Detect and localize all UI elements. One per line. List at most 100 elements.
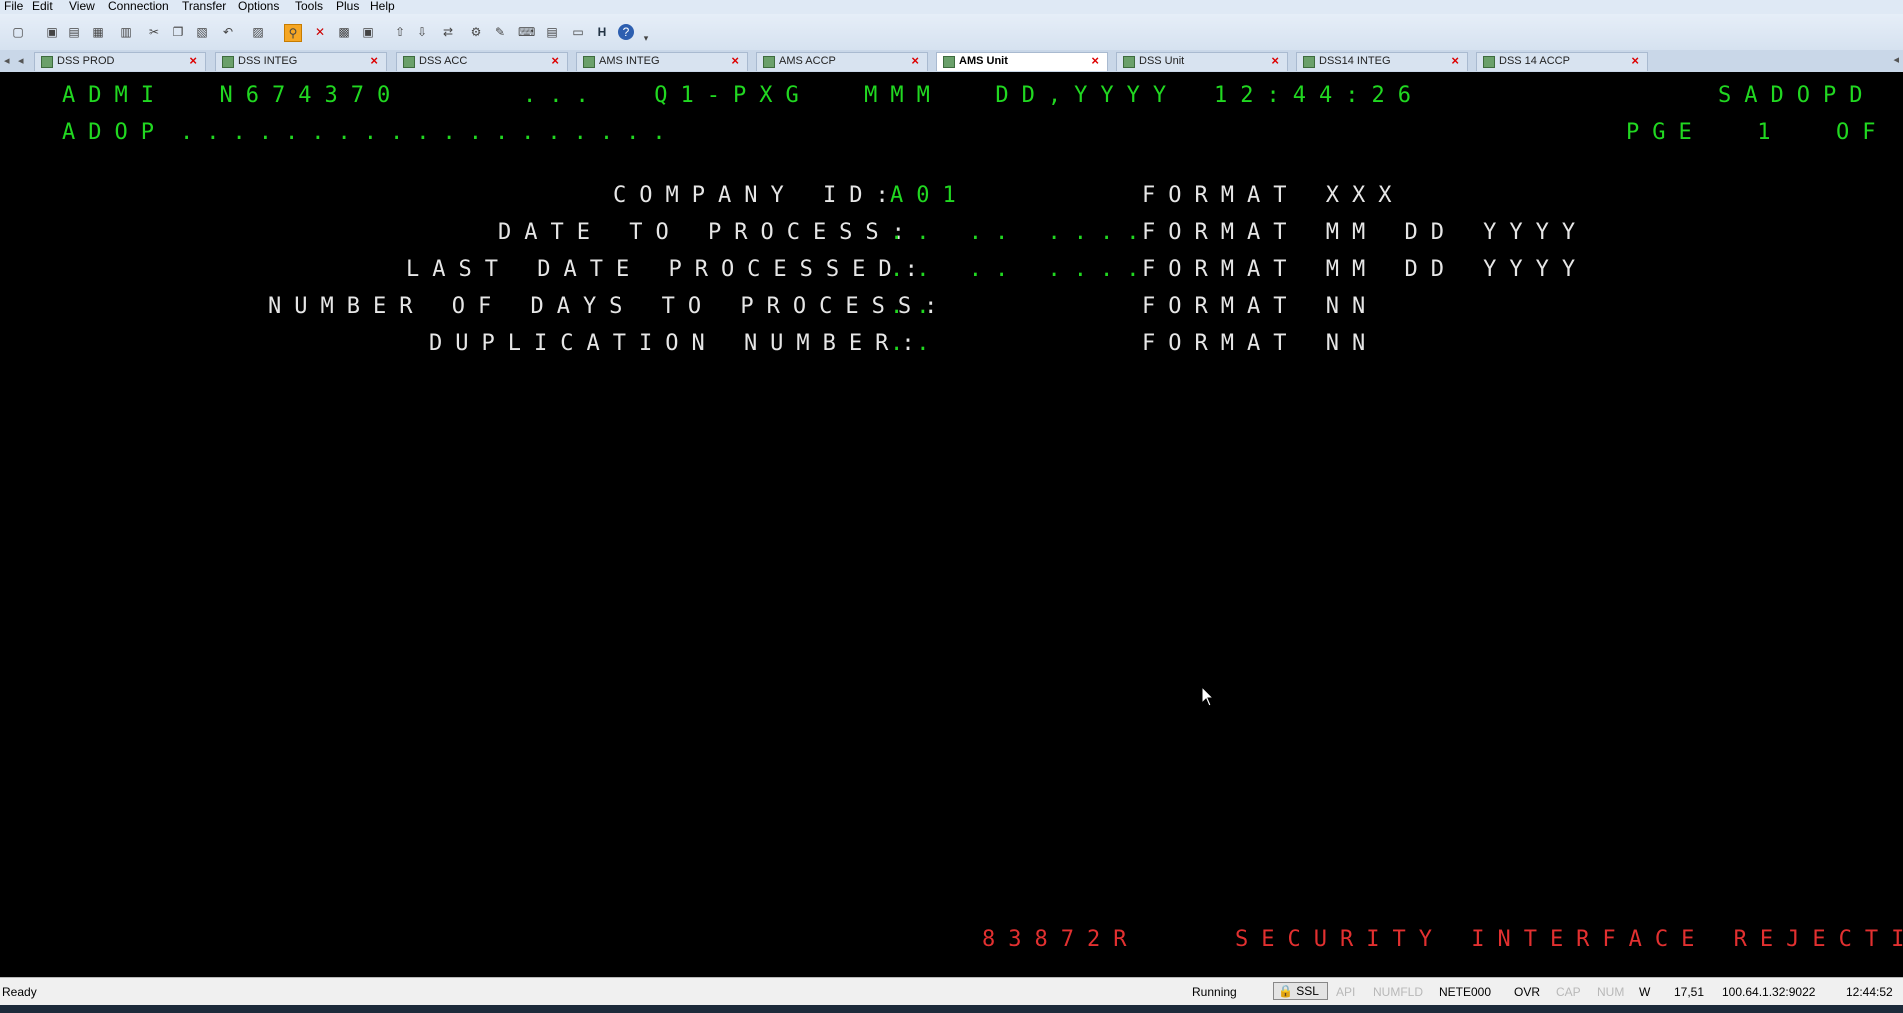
tab-ams-accp[interactable]: AMS ACCP × <box>756 52 928 71</box>
header-time: 12:44:26 <box>1214 83 1424 108</box>
menu-options[interactable]: Options <box>238 0 279 12</box>
print-icon[interactable]: ▥ <box>118 24 134 40</box>
close-icon[interactable]: × <box>1271 53 1279 68</box>
status-clock: 12:44:52 <box>1846 985 1893 999</box>
receive-file-icon[interactable]: ⇩ <box>414 24 430 40</box>
menu-connection[interactable]: Connection <box>108 0 169 12</box>
screen-icon[interactable]: ▩ <box>336 24 352 40</box>
close-icon[interactable]: × <box>1091 53 1099 68</box>
cut-icon[interactable]: ✂ <box>146 24 162 40</box>
tab-ams-integ[interactable]: AMS INTEG × <box>576 52 748 71</box>
company-id-label: COMPANY ID: <box>613 183 902 208</box>
close-icon[interactable]: × <box>551 53 559 68</box>
status-w: W <box>1639 985 1651 999</box>
transfer-icon[interactable]: ⇄ <box>440 24 456 40</box>
status-bar: Ready Running 🔒 SSL API NUMFLD NETE000 O… <box>0 977 1903 1006</box>
session-icon <box>1123 56 1135 68</box>
tab-dss-integ[interactable]: DSS INTEG × <box>215 52 387 71</box>
menu-view[interactable]: View <box>69 0 95 12</box>
days-to-process-format: FORMAT NN <box>1142 294 1379 319</box>
tab-dss-acc[interactable]: DSS ACC × <box>396 52 568 71</box>
menu-tools[interactable]: Tools <box>295 0 323 12</box>
status-running: Running <box>1192 985 1237 999</box>
copy-icon[interactable]: ❐ <box>170 24 186 40</box>
status-ready: Ready <box>2 985 37 999</box>
settings-icon[interactable]: ⚙ <box>468 24 484 40</box>
taskbar <box>0 1005 1903 1013</box>
notes-icon[interactable]: ▭ <box>570 24 586 40</box>
menu-plus[interactable]: Plus <box>336 0 359 12</box>
close-icon[interactable]: × <box>1631 53 1639 68</box>
company-id-field[interactable]: A01 <box>890 184 969 208</box>
lock-icon: 🔒 <box>1278 984 1293 998</box>
close-icon[interactable]: × <box>189 53 197 68</box>
session-icon <box>583 56 595 68</box>
tab-scroll-right-icon[interactable]: ◂ <box>1893 53 1899 66</box>
session-icon <box>943 56 955 68</box>
toolbar: ▢ ▣ ▤ ▦ ▥ ✂ ❐ ▧ ↶ ▨ ⚲ ✕ ▩ ▣ ⇧ ⇩ ⇄ ⚙ ✎ ⌨ … <box>0 14 1903 50</box>
tab-ams-unit[interactable]: AMS Unit × <box>936 52 1108 71</box>
tab-dss14-integ[interactable]: DSS14 INTEG × <box>1296 52 1468 71</box>
menu-edit[interactable]: Edit <box>32 0 53 12</box>
hotspot-icon[interactable]: H <box>594 24 610 40</box>
title-filler: ................... <box>180 120 679 145</box>
session-icon <box>41 56 53 68</box>
layout-icon[interactable]: ▨ <box>250 24 266 40</box>
close-icon[interactable]: × <box>911 53 919 68</box>
page-indicator: PGE 1 OF 1 <box>1626 120 1889 145</box>
ssl-indicator: 🔒 SSL <box>1273 982 1328 1000</box>
send-file-icon[interactable]: ⇧ <box>392 24 408 40</box>
tab-list-icon[interactable]: ◂ <box>18 54 24 67</box>
mouse-pointer-icon <box>1201 686 1215 707</box>
session-icon <box>763 56 775 68</box>
error-code: 83872R <box>982 927 1140 952</box>
duplication-number-label: DUPLICATION NUMBER: <box>429 331 928 356</box>
company-id-format: FORMAT XXX <box>1142 183 1405 208</box>
session-icon <box>222 56 234 68</box>
last-date-processed-field[interactable]: .. .. .... <box>890 258 1152 282</box>
screen-id: SADOPD <box>1718 83 1876 108</box>
menu-transfer[interactable]: Transfer <box>182 0 226 12</box>
undo-icon[interactable]: ↶ <box>220 24 236 40</box>
tab-dss-14-accp[interactable]: DSS 14 ACCP × <box>1476 52 1648 71</box>
date-to-process-field[interactable]: .. .. .... <box>890 221 1152 245</box>
paste-icon[interactable]: ▧ <box>194 24 210 40</box>
chevron-down-icon[interactable]: ▾ <box>638 30 654 46</box>
disconnect-icon[interactable]: ✕ <box>312 24 328 40</box>
cursor-position: 17,51 <box>1674 985 1705 999</box>
close-icon[interactable]: × <box>370 53 378 68</box>
keyboard-icon[interactable]: ⌨ <box>518 24 535 40</box>
tab-dss-unit[interactable]: DSS Unit × <box>1116 52 1288 71</box>
menu-file[interactable]: File <box>4 0 23 12</box>
save-icon[interactable]: ▦ <box>90 24 106 40</box>
date-to-process-label: DATE TO PROCESS: <box>498 220 918 245</box>
menu-help[interactable]: Help <box>370 0 395 12</box>
days-to-process-label: NUMBER OF DAYS TO PROCESS: <box>268 294 951 319</box>
open-connection-icon[interactable]: ▣ <box>44 24 60 40</box>
duplication-number-field[interactable]: .. <box>890 332 943 356</box>
macro-icon[interactable]: ▤ <box>544 24 560 40</box>
edit-icon[interactable]: ✎ <box>492 24 508 40</box>
tab-dss-prod[interactable]: DSS PROD × <box>34 52 206 71</box>
status-ovr: OVR <box>1514 985 1541 999</box>
last-date-processed-label: LAST DATE PROCESSED: <box>406 257 931 282</box>
status-numfld: NUMFLD <box>1373 985 1423 999</box>
error-message: SECURITY INTERFACE REJECTION <box>1235 927 1903 952</box>
menu-bar: File Edit View Connection Transfer Optio… <box>0 0 1903 14</box>
status-api: API <box>1336 985 1356 999</box>
new-icon[interactable]: ▢ <box>10 24 26 40</box>
duplication-number-format: FORMAT NN <box>1142 331 1379 356</box>
close-icon[interactable]: × <box>1451 53 1459 68</box>
tab-scroll-left-icon[interactable]: ◂ <box>4 54 10 67</box>
terminal-screen[interactable]: ADMI N674370 ... Q1-PXG MMM DD,YYYY 12:4… <box>0 72 1903 977</box>
screen-title: ADOP <box>62 120 167 145</box>
session-tab-bar: ◂ ◂ DSS PROD × DSS INTEG × DSS ACC × AMS IN… <box>0 50 1903 73</box>
record-icon[interactable]: ▣ <box>360 24 376 40</box>
days-to-process-field[interactable]: .. <box>890 295 943 319</box>
connect-icon[interactable]: ⚲ <box>284 24 302 42</box>
close-icon[interactable]: × <box>731 53 739 68</box>
help-icon[interactable]: ? <box>618 24 634 40</box>
last-date-processed-format: FORMAT MM DD YYYY <box>1142 257 1589 282</box>
date-to-process-format: FORMAT MM DD YYYY <box>1142 220 1589 245</box>
open-icon[interactable]: ▤ <box>66 24 82 40</box>
